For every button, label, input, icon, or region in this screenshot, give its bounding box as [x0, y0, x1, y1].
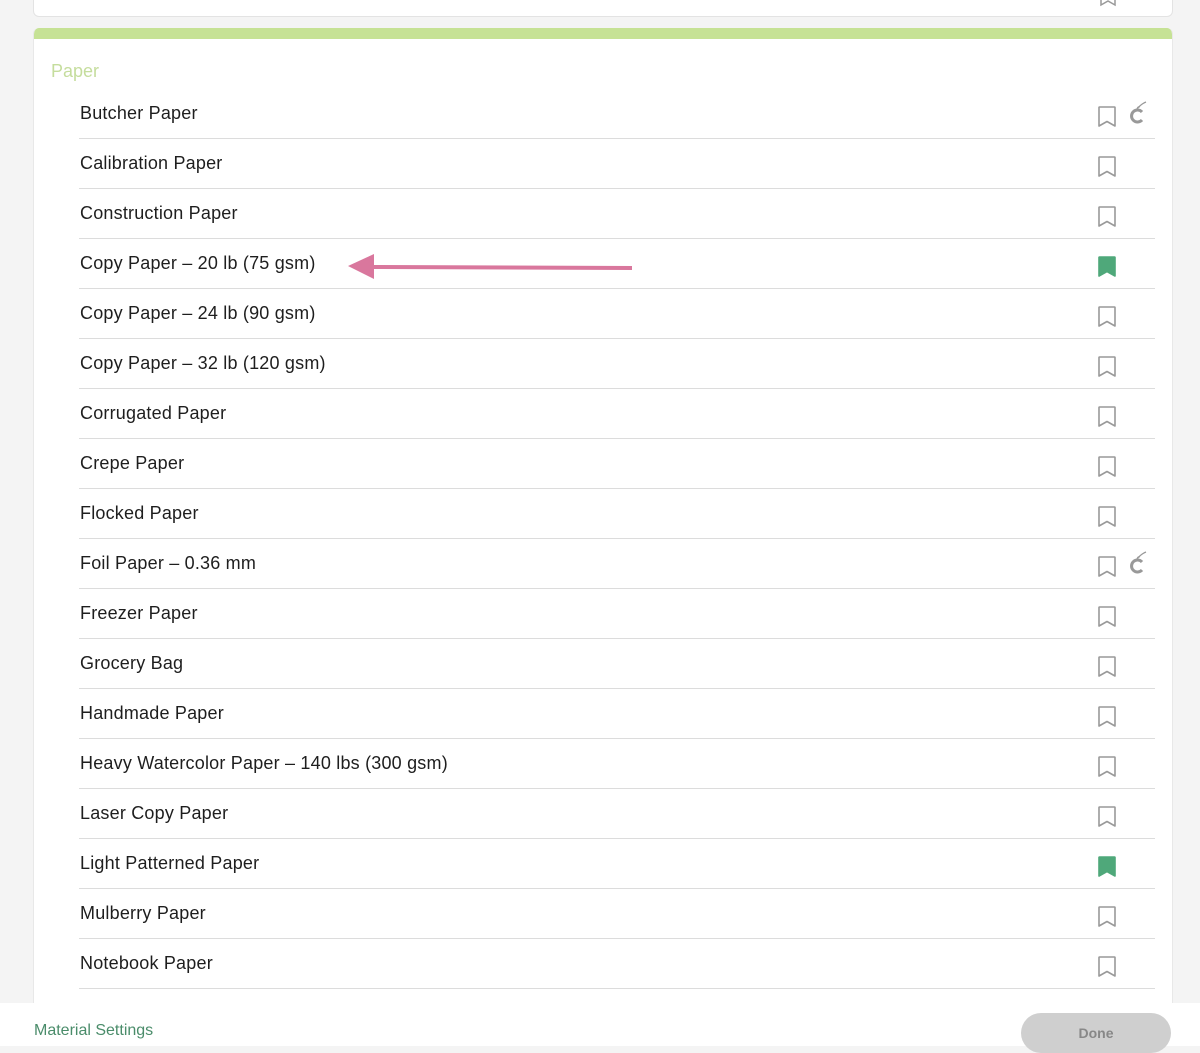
material-name: Copy Paper – 32 lb (120 gsm) [80, 353, 326, 373]
done-button[interactable]: Done [1021, 1013, 1171, 1053]
material-row[interactable]: Freezer Paper [79, 589, 1155, 639]
bookmark-icon[interactable] [1097, 506, 1117, 528]
material-row[interactable]: Handmade Paper [79, 689, 1155, 739]
material-row[interactable]: Corrugated Paper [79, 389, 1155, 439]
bookmark-filled-icon[interactable] [1097, 256, 1117, 278]
bookmark-icon[interactable] [1097, 206, 1117, 228]
material-name: Copy Paper – 20 lb (75 gsm) [80, 253, 316, 273]
material-name: Calibration Paper [80, 153, 223, 173]
material-name: Mulberry Paper [80, 903, 206, 923]
bookmark-icon[interactable] [1097, 906, 1117, 928]
bookmark-icon[interactable] [1097, 706, 1117, 728]
material-section-paper: Paper Butcher Paper Calibration Paper Cons… [33, 28, 1173, 1029]
bookmark-icon[interactable] [1097, 806, 1117, 828]
annotation-arrow-icon [348, 254, 633, 279]
section-title: Paper [51, 61, 100, 81]
material-name: Crepe Paper [80, 453, 185, 473]
material-name: Notebook Paper [80, 953, 213, 973]
bookmark-icon[interactable] [1100, 0, 1116, 7]
material-name: Butcher Paper [80, 103, 198, 123]
material-row[interactable]: Copy Paper – 24 lb (90 gsm) [79, 289, 1155, 339]
bookmark-icon[interactable] [1097, 656, 1117, 678]
material-name: Flocked Paper [80, 503, 199, 523]
material-name: Light Patterned Paper [80, 853, 260, 873]
material-row[interactable]: Light Patterned Paper [79, 839, 1155, 889]
material-list: Butcher Paper Calibration Paper Constructi… [79, 89, 1155, 989]
bookmark-icon[interactable] [1097, 306, 1117, 328]
bookmark-icon[interactable] [1097, 156, 1117, 178]
material-name: Handmade Paper [80, 703, 224, 723]
material-row[interactable]: Flocked Paper [79, 489, 1155, 539]
material-row[interactable]: Butcher Paper [79, 89, 1155, 139]
bookmark-icon[interactable] [1097, 556, 1117, 578]
material-row[interactable]: Calibration Paper [79, 139, 1155, 189]
material-row[interactable]: Mulberry Paper [79, 889, 1155, 939]
bookmark-icon[interactable] [1097, 356, 1117, 378]
material-row[interactable]: Laser Copy Paper [79, 789, 1155, 839]
material-settings-link[interactable]: Material Settings [34, 1022, 153, 1040]
bookmark-icon[interactable] [1097, 756, 1117, 778]
bookmark-filled-icon[interactable] [1097, 856, 1117, 878]
material-name: Laser Copy Paper [80, 803, 229, 823]
material-row[interactable]: Construction Paper [79, 189, 1155, 239]
material-name: Construction Paper [80, 203, 238, 223]
material-row[interactable]: Grocery Bag [79, 639, 1155, 689]
material-name: Freezer Paper [80, 603, 198, 623]
previous-section-card [33, 0, 1173, 17]
cricut-icon [1130, 101, 1147, 124]
material-name: Corrugated Paper [80, 403, 227, 423]
bookmark-icon[interactable] [1097, 456, 1117, 478]
material-name: Foil Paper – 0.36 mm [80, 553, 257, 573]
material-name: Heavy Watercolor Paper – 140 lbs (300 gs… [80, 753, 448, 773]
bookmark-icon[interactable] [1097, 606, 1117, 628]
bookmark-icon[interactable] [1097, 956, 1117, 978]
bookmark-icon[interactable] [1097, 106, 1117, 128]
footer-bar: Material Settings Done [0, 1003, 1200, 1053]
material-row[interactable]: Foil Paper – 0.36 mm [79, 539, 1155, 589]
material-row[interactable]: Notebook Paper [79, 939, 1155, 989]
material-row[interactable]: Crepe Paper [79, 439, 1155, 489]
material-row[interactable]: Copy Paper – 32 lb (120 gsm) [79, 339, 1155, 389]
cricut-icon [1130, 551, 1147, 574]
material-name: Grocery Bag [80, 653, 184, 673]
material-row[interactable]: Heavy Watercolor Paper – 140 lbs (300 gs… [79, 739, 1155, 789]
section-accent-bar [34, 28, 1172, 39]
material-name: Copy Paper – 24 lb (90 gsm) [80, 303, 316, 323]
bookmark-icon[interactable] [1097, 406, 1117, 428]
